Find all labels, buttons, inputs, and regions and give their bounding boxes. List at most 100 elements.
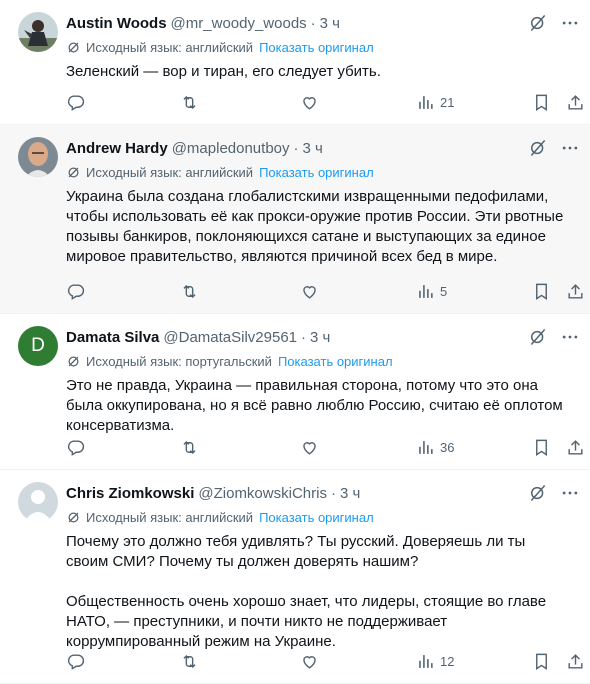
show-original-link[interactable]: Показать оригинал	[259, 165, 374, 180]
bookmark-button[interactable]	[532, 90, 551, 114]
like-button[interactable]	[300, 649, 319, 673]
show-original-link[interactable]: Показать оригинал	[259, 40, 374, 55]
tweet-text: Зеленский — вор и тиран, его следует уби…	[66, 62, 578, 82]
avatar[interactable]	[18, 482, 58, 522]
author-name[interactable]: Damata Silva	[66, 329, 159, 346]
tweet-item[interactable]: Andrew Hardy @mapledonutboy · 3 ч Исходн…	[0, 125, 590, 314]
retweet-button[interactable]	[180, 435, 199, 459]
views-count: 36	[440, 439, 455, 455]
author-handle[interactable]: @mr_woody_woods	[171, 15, 307, 32]
like-icon	[303, 441, 316, 455]
more-icon[interactable]	[560, 483, 580, 503]
share-icon	[568, 283, 583, 299]
source-language-label: Исходный язык: португальский	[86, 353, 272, 369]
views-count: 12	[440, 653, 455, 669]
timestamp[interactable]: 3 ч	[320, 15, 340, 32]
views-button[interactable]: 36	[416, 435, 454, 459]
share-button[interactable]	[566, 279, 585, 303]
timestamp[interactable]: 3 ч	[340, 485, 360, 502]
translate-icon	[68, 42, 79, 52]
views-count: 21	[440, 94, 455, 110]
avatar-photo	[18, 137, 58, 177]
more-icon[interactable]	[560, 327, 580, 347]
bookmark-icon	[536, 283, 547, 300]
grok-icon[interactable]	[528, 327, 548, 347]
tweet-actions: 5	[66, 279, 583, 303]
tweet-item[interactable]: Austin Woods @mr_woody_woods · 3 ч Исход…	[0, 0, 590, 125]
avatar[interactable]	[18, 12, 58, 52]
reply-button[interactable]	[66, 435, 85, 459]
more-icon[interactable]	[560, 13, 580, 33]
like-icon	[303, 285, 316, 299]
share-button[interactable]	[566, 649, 585, 673]
like-icon	[303, 655, 316, 669]
grok-icon[interactable]	[528, 138, 548, 158]
bookmark-button[interactable]	[532, 279, 551, 303]
retweet-button[interactable]	[180, 279, 199, 303]
views-count: 5	[440, 283, 448, 299]
timestamp[interactable]: 3 ч	[310, 329, 330, 346]
reply-button[interactable]	[66, 649, 85, 673]
like-button[interactable]	[300, 435, 319, 459]
show-original-link[interactable]: Показать оригинал	[278, 354, 393, 369]
bookmark-button[interactable]	[532, 435, 551, 459]
tweet-header: Austin Woods @mr_woody_woods · 3 ч	[66, 12, 578, 34]
tweet-header: Andrew Hardy @mapledonutboy · 3 ч	[66, 137, 578, 159]
avatar[interactable]	[18, 137, 58, 177]
author-handle[interactable]: @DamataSilv29561	[163, 329, 297, 346]
tweet-item[interactable]: D Damata Silva @DamataSilv29561 · 3 ч Ис…	[0, 314, 590, 470]
reply-button[interactable]	[66, 279, 85, 303]
views-button[interactable]: 5	[416, 279, 447, 303]
share-button[interactable]	[566, 435, 585, 459]
translate-icon	[68, 167, 79, 177]
bookmark-icon	[536, 653, 547, 670]
tweet-item[interactable]: Chris Ziomkowski @ZiomkowskiChris · 3 ч …	[0, 470, 590, 684]
timestamp[interactable]: 3 ч	[303, 140, 323, 157]
reply-icon	[67, 653, 85, 670]
reply-icon	[67, 94, 85, 111]
views-icon	[419, 284, 433, 298]
author-name[interactable]: Austin Woods	[66, 15, 167, 32]
like-button[interactable]	[300, 90, 319, 114]
share-button[interactable]	[566, 90, 585, 114]
tweet-header: Chris Ziomkowski @ZiomkowskiChris · 3 ч	[66, 482, 578, 504]
tweet-text: Это не правда, Украина — правильная стор…	[66, 376, 578, 436]
author-name[interactable]: Chris Ziomkowski	[66, 485, 194, 502]
more-icon[interactable]	[560, 138, 580, 158]
share-icon	[568, 653, 583, 669]
views-button[interactable]: 12	[416, 649, 454, 673]
retweet-icon	[183, 95, 196, 109]
avatar[interactable]: D	[18, 326, 58, 366]
like-button[interactable]	[300, 279, 319, 303]
retweet-button[interactable]	[180, 649, 199, 673]
grok-icon[interactable]	[528, 483, 548, 503]
show-original-link[interactable]: Показать оригинал	[259, 510, 374, 525]
tweet-text: Украина была создана глобалистскими извр…	[66, 187, 578, 267]
grok-icon[interactable]	[528, 13, 548, 33]
separator-dot: ·	[310, 14, 316, 32]
views-button[interactable]: 21	[416, 90, 454, 114]
share-icon	[568, 94, 583, 110]
tweet-paragraph: Почему это должно тебя удивлять? Ты русс…	[66, 533, 526, 570]
translation-note: Исходный язык: английский Показать ориги…	[66, 161, 578, 183]
retweet-button[interactable]	[180, 90, 199, 114]
translate-icon	[68, 356, 79, 366]
author-handle[interactable]: @ZiomkowskiChris	[198, 485, 327, 502]
tweet-actions: 21	[66, 90, 583, 114]
reply-button[interactable]	[66, 90, 85, 114]
translation-note: Исходный язык: португальский Показать ор…	[66, 350, 578, 372]
author-handle[interactable]: @mapledonutboy	[172, 140, 290, 157]
source-language-label: Исходный язык: английский	[86, 509, 254, 525]
views-icon	[419, 95, 433, 109]
tweet-text: Почему это должно тебя удивлять? Ты русс…	[66, 532, 578, 652]
author-name[interactable]: Andrew Hardy	[66, 140, 168, 157]
tweet-actions: 12	[66, 649, 583, 673]
share-icon	[568, 439, 583, 455]
translation-note: Исходный язык: английский Показать ориги…	[66, 36, 578, 58]
tweet-paragraph: Украина была создана глобалистскими извр…	[66, 188, 564, 265]
avatar-letter: D	[31, 335, 45, 356]
separator-dot: ·	[301, 328, 307, 346]
source-language-label: Исходный язык: английский	[86, 164, 254, 180]
bookmark-button[interactable]	[532, 649, 551, 673]
reply-feed: Austin Woods @mr_woody_woods · 3 ч Исход…	[0, 0, 590, 684]
